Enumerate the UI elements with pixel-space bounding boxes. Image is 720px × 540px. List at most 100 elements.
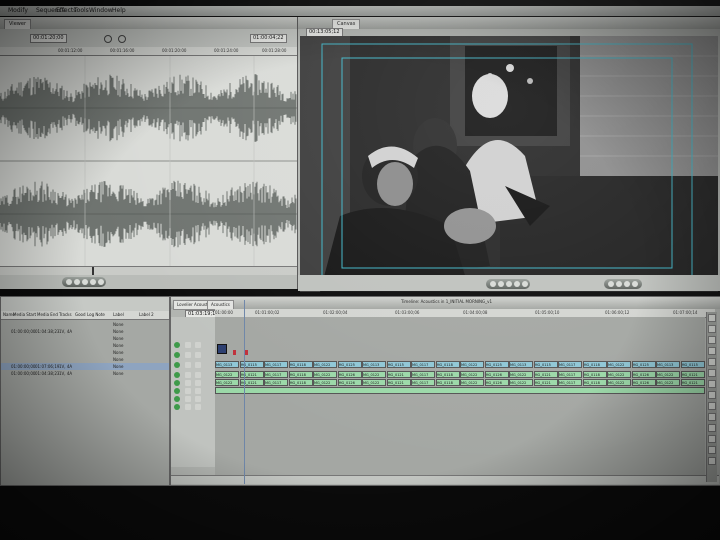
audio-clip[interactable]: MG_0117 — [558, 371, 582, 378]
track-controls[interactable] — [173, 379, 213, 387]
play-around-icon[interactable] — [90, 279, 96, 285]
video-clip[interactable]: MG_0113 — [362, 361, 386, 368]
audio-clip[interactable]: MG_0122 — [509, 379, 533, 386]
video-clip[interactable]: MG_0117 — [558, 361, 582, 368]
audio-clip[interactable]: MG_0126 — [631, 371, 656, 378]
viewer-ruler[interactable]: 00:01:12:00 00:01:16:00 00:01:20:00 00:0… — [0, 47, 297, 56]
audio-clip[interactable]: MG_0122 — [362, 379, 386, 386]
track-controls[interactable] — [173, 351, 213, 359]
track-visibility-icon[interactable] — [174, 404, 180, 410]
track-lock-icon[interactable] — [195, 380, 201, 386]
column-header[interactable]: Log Note — [87, 311, 105, 319]
viewer-scrubber[interactable] — [0, 266, 297, 275]
audio-clip[interactable]: MG_0122 — [362, 371, 386, 378]
video-clip[interactable]: MG_0122 — [607, 361, 631, 368]
menu-tools[interactable]: Tools — [74, 6, 89, 16]
track-target-icon[interactable] — [185, 380, 191, 386]
track-controls[interactable] — [173, 361, 213, 369]
column-header[interactable]: Good — [75, 311, 86, 319]
table-row[interactable]: 01:00:00;00 01:04:38;23 1V, 4A None — [1, 328, 169, 335]
canvas-transport-controls[interactable] — [486, 279, 530, 289]
video-clip[interactable]: MG_0117 — [411, 361, 435, 368]
audio-clip[interactable]: MG_0122 — [656, 379, 680, 386]
track-visibility-icon[interactable] — [174, 352, 180, 358]
track-lock-icon[interactable] — [195, 388, 201, 394]
menu-window[interactable]: Window — [89, 6, 113, 16]
viewer-current-timecode[interactable]: 01:00:04;22 — [250, 34, 287, 43]
video-clip[interactable]: MG_0113 — [215, 361, 239, 368]
tool-button[interactable] — [708, 336, 716, 344]
next-edit-icon[interactable] — [98, 279, 104, 285]
track-visibility-icon[interactable] — [174, 396, 180, 402]
track-lock-icon[interactable] — [195, 396, 201, 402]
audio-clip[interactable]: MG_0118 — [288, 371, 313, 378]
track-visibility-icon[interactable] — [174, 372, 180, 378]
track-target-icon[interactable] — [185, 396, 191, 402]
audio-clip[interactable]: MG_0122 — [460, 379, 484, 386]
column-header[interactable]: Label — [113, 311, 124, 319]
audio-clip[interactable]: MG_0126 — [631, 379, 656, 386]
audio-clip[interactable]: MG_0126 — [484, 379, 509, 386]
link-icon[interactable] — [118, 35, 126, 43]
menu-help[interactable]: Help — [112, 6, 126, 16]
audio-clip[interactable]: MG_0122 — [509, 371, 533, 378]
audio-clip[interactable]: MG_0117 — [264, 379, 288, 386]
track-controls[interactable] — [173, 395, 213, 403]
tool-button[interactable] — [708, 380, 716, 388]
audio-clip[interactable]: MG_0118 — [582, 371, 607, 378]
audio-clip[interactable]: MG_0118 — [435, 371, 460, 378]
tool-button[interactable] — [708, 347, 716, 355]
audio-clip[interactable]: MG_0122 — [215, 371, 239, 378]
tool-button[interactable] — [708, 391, 716, 399]
timeline-playhead[interactable] — [244, 300, 245, 484]
track-target-icon[interactable] — [185, 342, 191, 348]
tool-button[interactable] — [708, 325, 716, 333]
audio-clip[interactable]: MG_0117 — [411, 371, 435, 378]
marker-icon[interactable] — [233, 350, 236, 355]
video-clip[interactable]: MG_0117 — [264, 361, 288, 368]
tool-button[interactable] — [708, 358, 716, 366]
video-clip[interactable]: MG_0118 — [582, 361, 607, 368]
video-2-clip[interactable] — [217, 344, 227, 354]
menu-modify[interactable]: Modify — [8, 6, 28, 16]
audio-clip[interactable]: MG_0122 — [313, 379, 337, 386]
tool-button[interactable] — [708, 457, 716, 465]
tab-viewer[interactable]: Viewer — [4, 19, 31, 29]
track-lock-icon[interactable] — [195, 372, 201, 378]
video-clip[interactable]: MG_0115 — [680, 361, 705, 368]
canvas-edit-buttons[interactable] — [604, 279, 642, 289]
play-icon[interactable] — [82, 279, 88, 285]
tool-button[interactable] — [708, 369, 716, 377]
track-lock-icon[interactable] — [195, 352, 201, 358]
audio-clip[interactable]: MG_0121 — [680, 379, 705, 386]
table-row[interactable]: None — [1, 349, 169, 356]
track-lock-icon[interactable] — [195, 404, 201, 410]
audio-clip[interactable]: MG_0122 — [656, 371, 680, 378]
play-in-out-icon[interactable] — [74, 279, 80, 285]
track-visibility-icon[interactable] — [174, 380, 180, 386]
audio-clip[interactable]: MG_0118 — [582, 379, 607, 386]
track-target-icon[interactable] — [185, 362, 191, 368]
video-clip[interactable]: MG_0115 — [386, 361, 411, 368]
audio-clip[interactable]: MG_0117 — [264, 371, 288, 378]
tool-button[interactable] — [708, 314, 716, 322]
tool-button[interactable] — [708, 424, 716, 432]
column-header[interactable]: Media Start — [13, 311, 36, 319]
track-target-icon[interactable] — [185, 372, 191, 378]
table-row[interactable]: None — [1, 356, 169, 363]
audio-clip[interactable]: MG_0122 — [215, 379, 239, 386]
playhead-marker-icon[interactable] — [92, 267, 94, 275]
play-icon[interactable] — [506, 281, 512, 287]
play-in-out-icon[interactable] — [498, 281, 504, 287]
track-controls[interactable] — [173, 371, 213, 379]
audio-clip[interactable]: MG_0118 — [435, 379, 460, 386]
track-lock-icon[interactable] — [195, 342, 201, 348]
table-row[interactable]: None — [1, 342, 169, 349]
track-controls[interactable] — [173, 341, 213, 349]
overwrite-edit-icon[interactable] — [616, 281, 622, 287]
timeline-horizontal-scroll[interactable] — [171, 475, 719, 484]
previous-edit-icon[interactable] — [490, 281, 496, 287]
video-clip[interactable]: MG_0113 — [656, 361, 680, 368]
video-clip[interactable]: MG_0125 — [631, 361, 656, 368]
replace-edit-icon[interactable] — [624, 281, 630, 287]
